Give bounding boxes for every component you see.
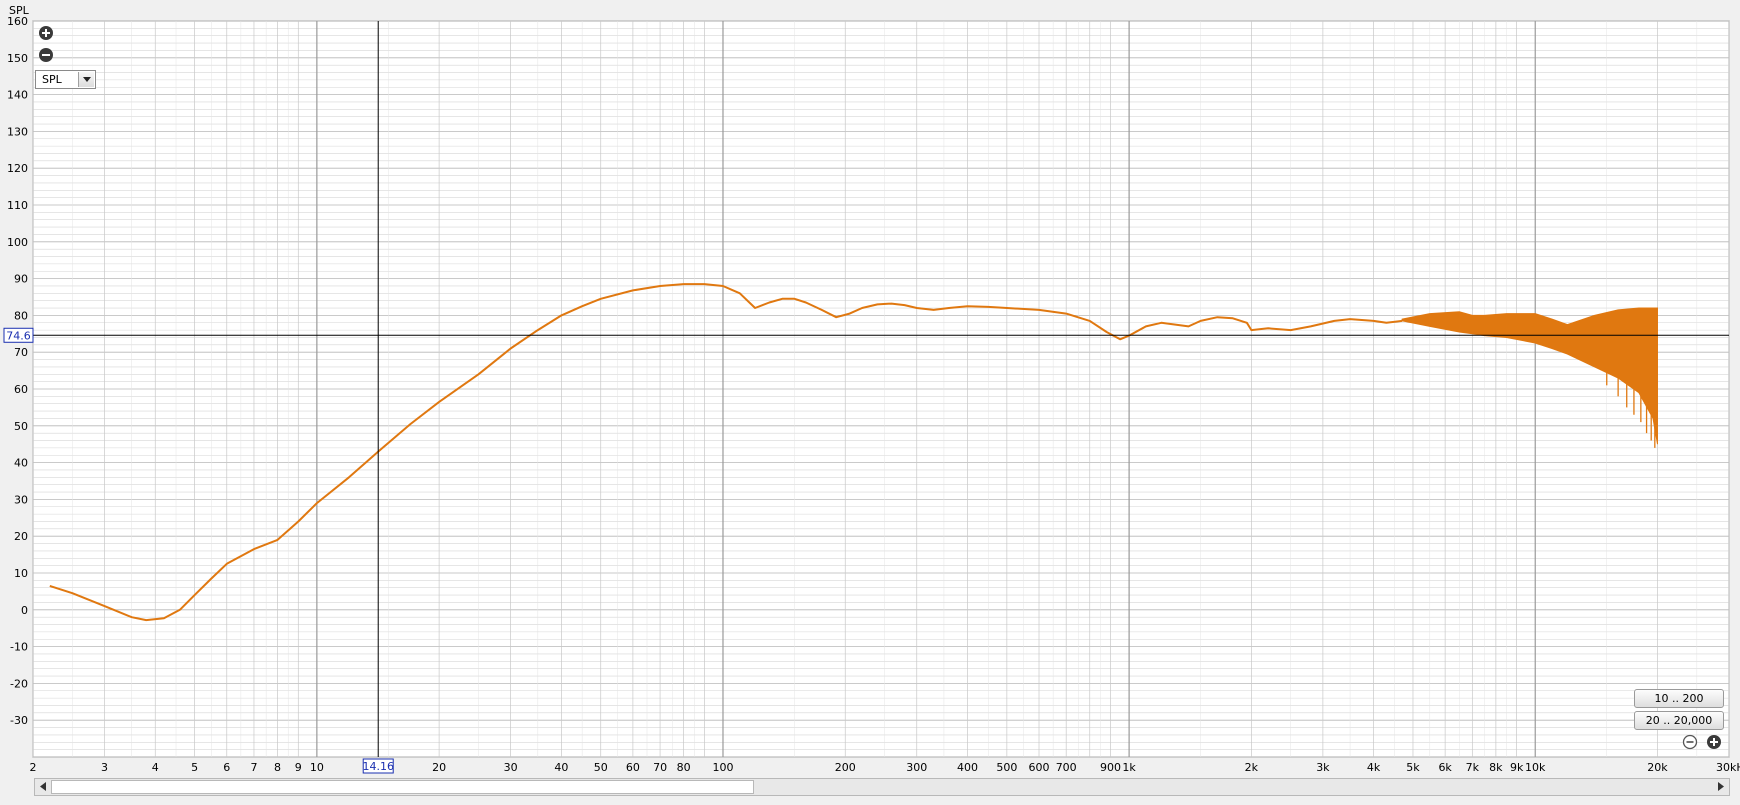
x-tick-label: 7k	[1466, 761, 1480, 774]
x-tick-label: 3k	[1316, 761, 1330, 774]
scrollbar-thumb[interactable]	[51, 780, 754, 794]
scroll-left-icon[interactable]	[35, 779, 51, 795]
y-axis-tick-labels: 1601501401301201101009080706050403020100…	[7, 15, 28, 727]
x-tick-label: 700	[1056, 761, 1077, 774]
range-20-20000-button[interactable]: 20 .. 20,000	[1634, 711, 1724, 730]
x-tick-label: 20k	[1647, 761, 1668, 774]
minus-circle-icon	[1682, 734, 1698, 750]
x-axis-tick-labels: 2 3 4 5 6 7 8 9 10 20 30 40 50 60 70 80 100 200 300 400 500 6…	[30, 761, 1669, 774]
zoom-in-button[interactable]	[38, 25, 54, 41]
y-tick-label: 80	[14, 309, 28, 322]
x-tick-label: 300	[906, 761, 927, 774]
x-tick-label: 50	[594, 761, 608, 774]
zoom-out-x-button[interactable]	[1682, 734, 1698, 750]
x-tick-label: 900	[1100, 761, 1121, 774]
y-tick-label: 130	[7, 125, 28, 138]
cursor-x-readout: 14.16	[362, 760, 394, 773]
y-tick-label: 20	[14, 530, 28, 543]
x-tick-label: 40	[554, 761, 568, 774]
x-tick-label: 4	[152, 761, 159, 774]
graph-type-dropdown[interactable]: SPL	[35, 70, 96, 89]
x-tick-label: 500	[996, 761, 1017, 774]
x-tick-label: 3	[101, 761, 108, 774]
x-tick-label: 400	[957, 761, 978, 774]
x-tick-label: 600	[1029, 761, 1050, 774]
plus-circle-icon	[1707, 735, 1721, 749]
y-tick-label: 40	[14, 457, 28, 470]
scroll-right-icon[interactable]	[1713, 779, 1729, 795]
y-tick-label: 90	[14, 273, 28, 286]
x-tick-label: 10k	[1525, 761, 1546, 774]
y-tick-label: 60	[14, 383, 28, 396]
x-tick-label: 10	[310, 761, 324, 774]
y-tick-label: 150	[7, 52, 28, 65]
x-tick-label: 9k	[1510, 761, 1524, 774]
x-tick-label: 2k	[1245, 761, 1259, 774]
y-tick-label: 10	[14, 567, 28, 580]
x-tick-label: 8k	[1489, 761, 1503, 774]
range-10-200-button[interactable]: 10 .. 200	[1634, 689, 1724, 708]
x-tick-label: 8	[274, 761, 281, 774]
x-tick-label: 6	[223, 761, 230, 774]
y-tick-label: 140	[7, 89, 28, 102]
x-tick-label: 100	[712, 761, 733, 774]
x-tick-label: 30	[504, 761, 518, 774]
x-tick-label: 2	[30, 761, 37, 774]
horizontal-scrollbar[interactable]	[34, 778, 1730, 796]
y-tick-label: -10	[10, 641, 28, 654]
y-tick-label: -30	[10, 714, 28, 727]
x-tick-label: 60	[626, 761, 640, 774]
cursor-y-readout: 74.6	[6, 329, 31, 342]
x-axis-unit-label: 30kHz	[1716, 761, 1740, 774]
x-tick-label: 7	[250, 761, 257, 774]
x-tick-label: 70	[653, 761, 667, 774]
x-tick-label: 1k	[1122, 761, 1136, 774]
x-tick-label: 80	[677, 761, 691, 774]
x-tick-label: 200	[835, 761, 856, 774]
grid-lines	[32, 20, 1730, 758]
y-tick-label: -20	[10, 677, 28, 690]
zoom-in-x-button[interactable]	[1706, 734, 1722, 750]
x-tick-label: 4k	[1367, 761, 1381, 774]
dropdown-value: SPL	[42, 73, 62, 86]
x-tick-label: 9	[295, 761, 302, 774]
x-tick-label: 20	[432, 761, 446, 774]
y-tick-label: 50	[14, 420, 28, 433]
y-tick-label: 70	[14, 346, 28, 359]
frequency-response-chart[interactable]: 1601501401301201101009080706050403020100…	[0, 0, 1740, 801]
x-tick-label: 5k	[1406, 761, 1420, 774]
spl-graph-view: 160 150 140 130 120 110 100 90 80 70 60 50 40 30 20 10 0…	[0, 0, 1740, 801]
minus-circle-icon	[39, 48, 53, 62]
y-axis-label: SPL	[9, 4, 30, 17]
y-tick-label: 0	[21, 604, 28, 617]
zoom-out-button[interactable]	[38, 47, 54, 63]
x-tick-label: 6k	[1438, 761, 1452, 774]
plus-circle-icon	[39, 26, 53, 40]
y-tick-label: 30	[14, 493, 28, 506]
chevron-down-icon[interactable]	[78, 72, 94, 87]
y-tick-label: 110	[7, 199, 28, 212]
x-tick-label: 5	[191, 761, 198, 774]
y-tick-label: 100	[7, 236, 28, 249]
y-tick-label: 120	[7, 162, 28, 175]
